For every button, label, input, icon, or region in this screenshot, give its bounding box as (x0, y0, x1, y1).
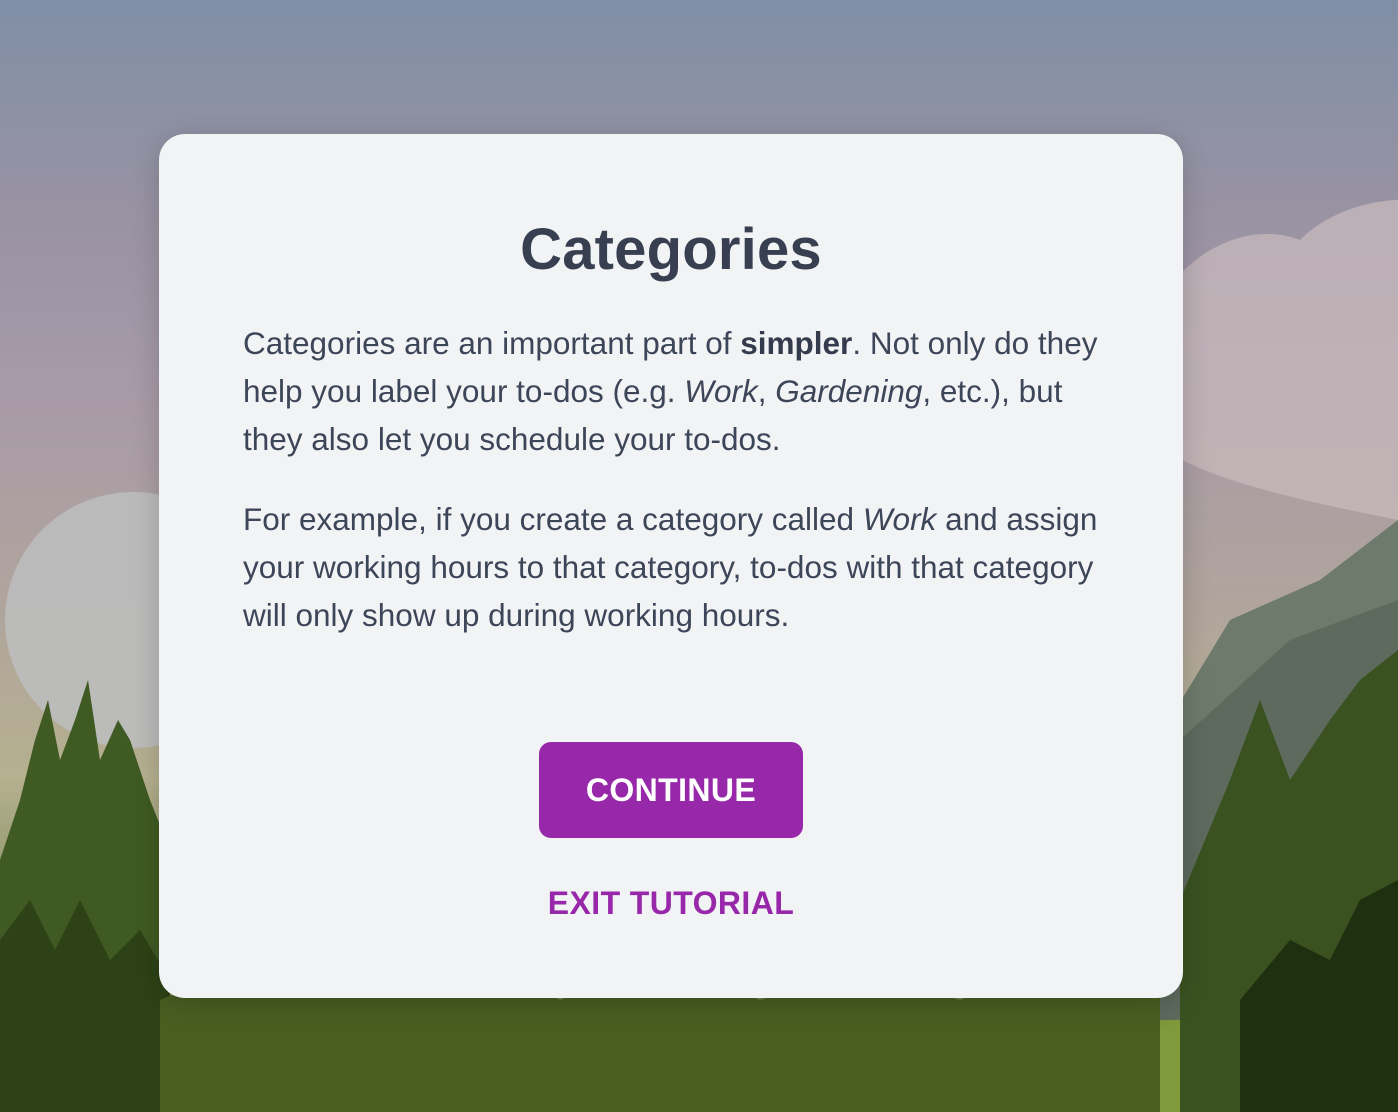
bold-app-name: simpler (740, 325, 853, 361)
continue-button[interactable]: CONTINUE (539, 742, 803, 838)
italic-example-gardening: Gardening (775, 373, 923, 409)
paragraph-example: For example, if you create a category ca… (243, 495, 1113, 639)
text-segment: Categories are an important part of (243, 325, 741, 361)
text-segment: , (757, 373, 776, 409)
italic-example-work: Work (862, 501, 937, 537)
text-segment: For example, if you create a category ca… (243, 501, 863, 537)
exit-tutorial-link[interactable]: EXIT TUTORIAL (159, 882, 1183, 924)
cloud (1150, 200, 1398, 520)
italic-example-work: Work (684, 373, 758, 409)
tutorial-modal: Categories Categories are an important p… (159, 134, 1183, 998)
modal-title: Categories (520, 217, 822, 282)
paragraph-intro: Categories are an important part of simp… (243, 319, 1113, 463)
